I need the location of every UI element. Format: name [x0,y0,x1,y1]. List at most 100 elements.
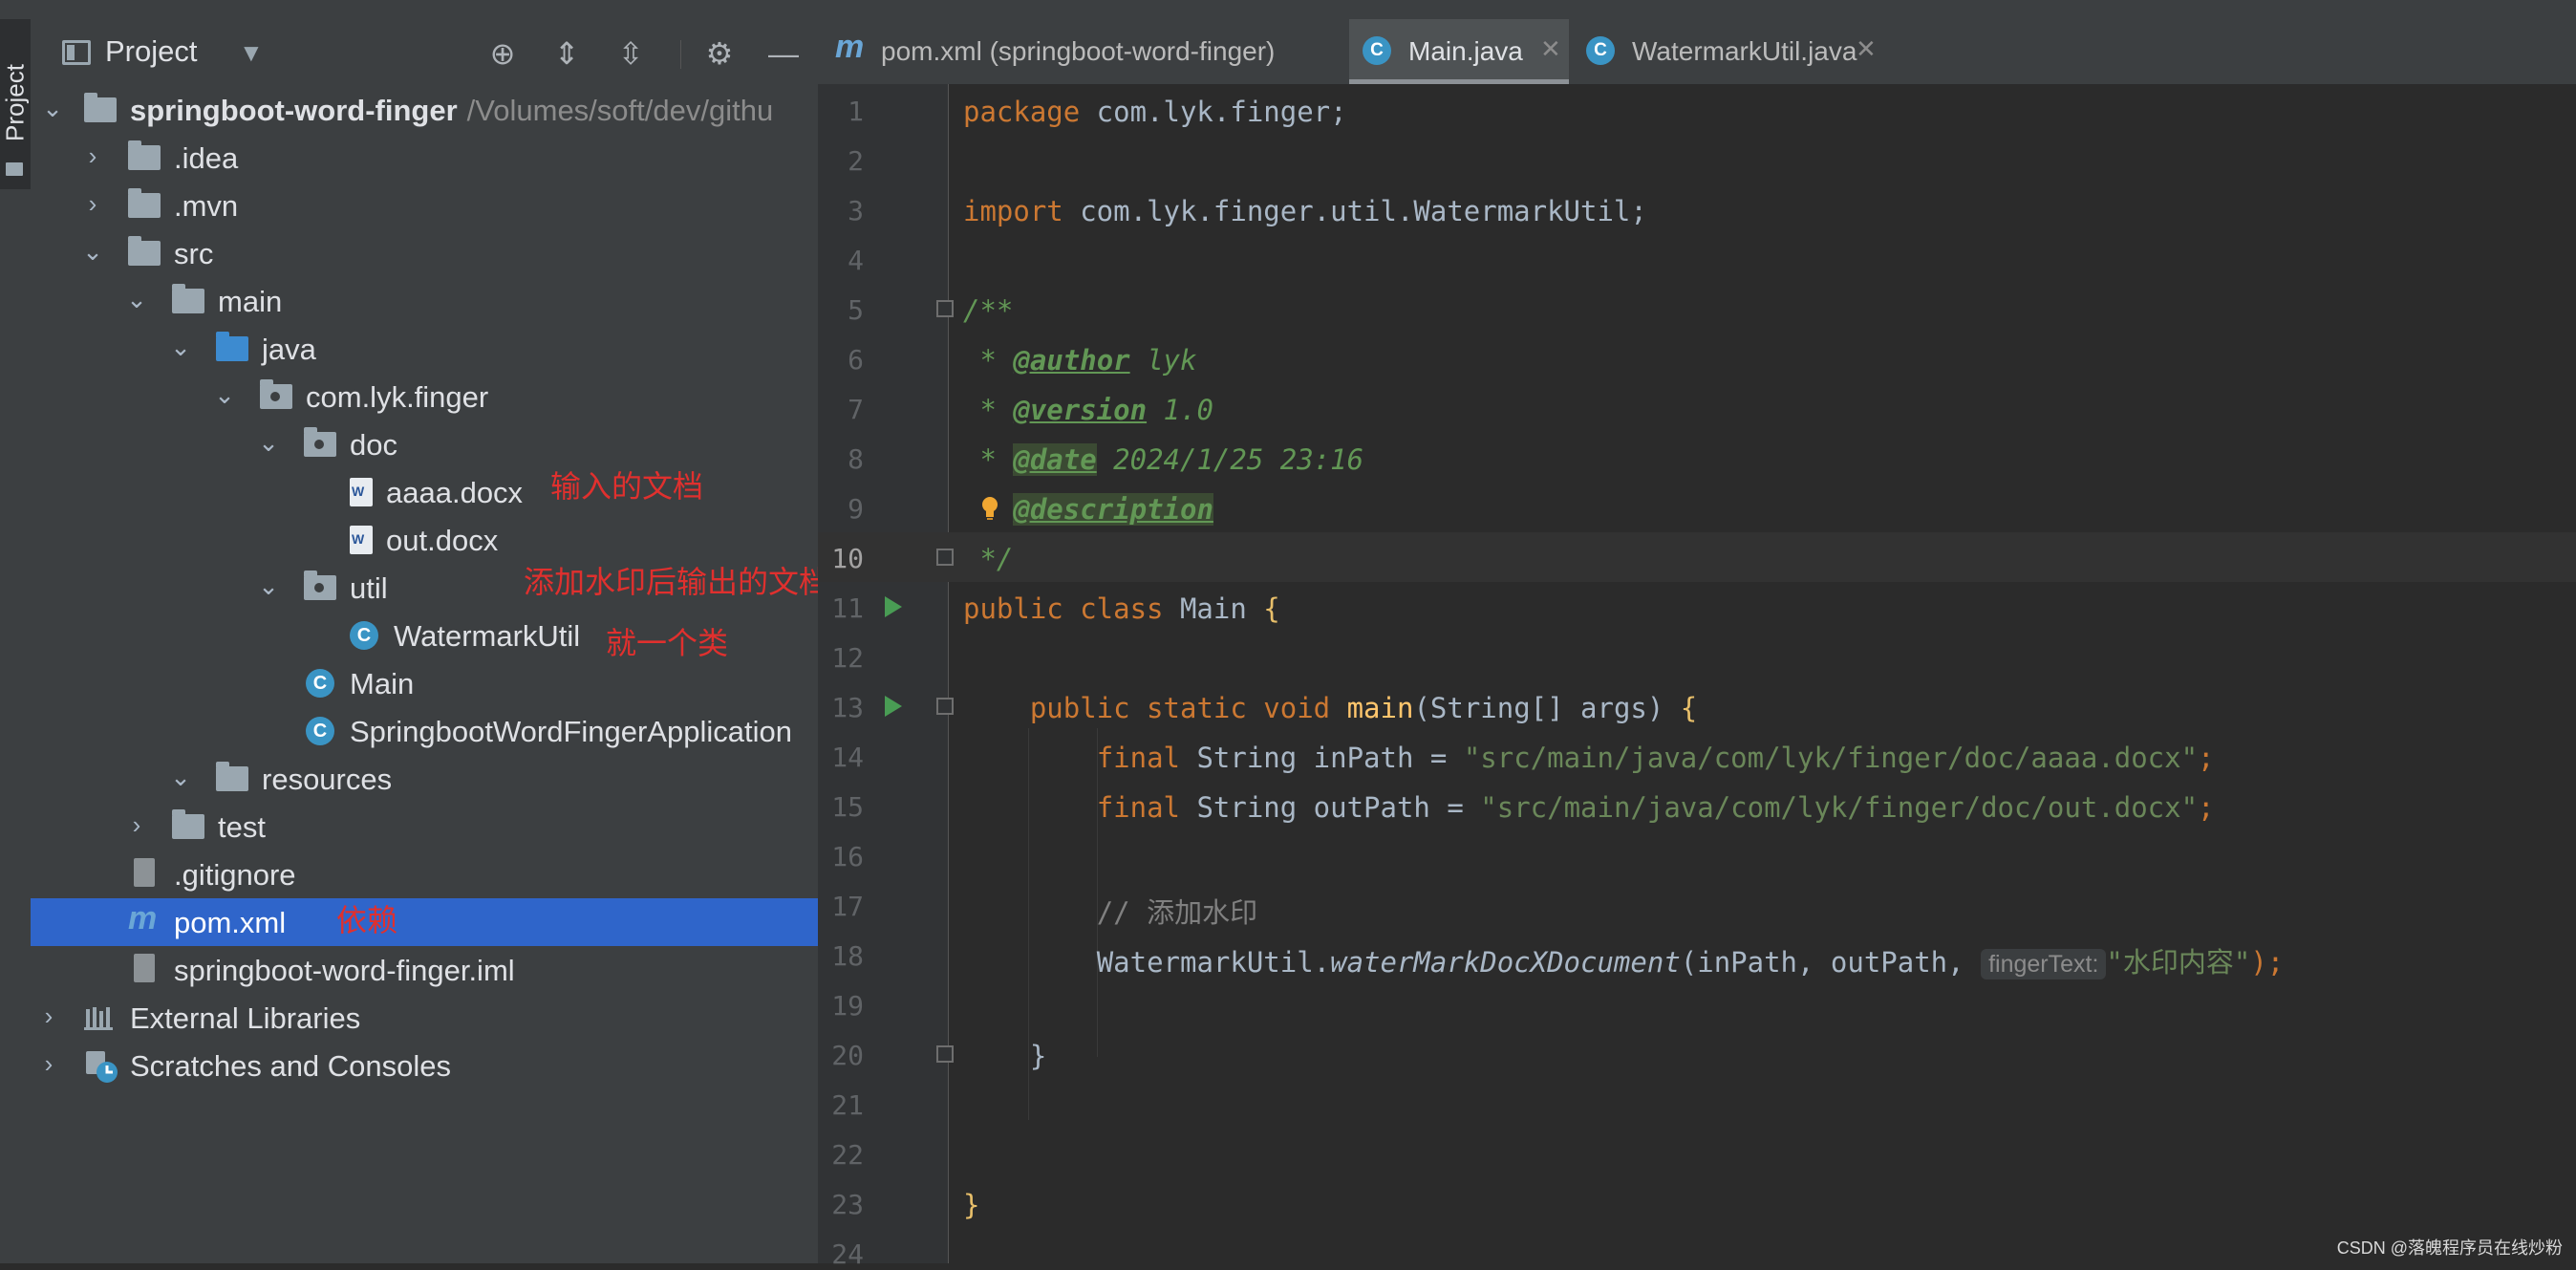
chevron-down-icon[interactable]: ▼ [239,38,264,68]
code-token: waterMarkDocXDocument [1330,946,1681,979]
tree-item-application[interactable]: C SpringbootWordFingerApplication [31,707,818,755]
line-number: 4 [848,245,864,276]
chevron-down-icon[interactable]: ⌄ [40,94,65,123]
tree-item-src[interactable]: ⌄ src [31,229,818,277]
package-icon [260,379,292,409]
tree-item-pom-xml[interactable]: m pom.xml [31,898,818,946]
tree-item-gitignore[interactable]: .gitignore [31,850,818,898]
chevron-down-icon[interactable]: ⌄ [168,333,193,362]
tree-item-label: doc [350,428,397,462]
close-icon[interactable]: ✕ [1540,34,1561,64]
tree-item-label: .gitignore [174,858,296,892]
tree-item-doc[interactable]: ⌄ doc [31,420,818,468]
close-icon[interactable]: ✕ [1856,34,1877,64]
folder-icon [172,809,204,839]
hide-panel-icon[interactable]: — [764,34,803,73]
tree-item-label: out.docx [386,524,499,557]
project-panel-title[interactable]: Project [105,34,197,69]
folder-icon [128,140,161,170]
chevron-right-icon[interactable]: › [124,810,149,840]
lightbulb-icon[interactable] [980,496,999,521]
parameter-hint: fingerText: [1981,949,2107,979]
fold-icon[interactable] [936,698,954,715]
chevron-right-icon[interactable]: › [80,141,105,171]
code-area[interactable] [949,84,2576,1263]
code-token: } [963,1189,980,1221]
annotation-one-class: 就一个类 [606,626,729,660]
code-token: */ [963,543,1014,575]
code-token: { [1680,692,1698,724]
code-line-9: @description [963,493,1213,526]
chevron-right-icon[interactable]: › [80,189,105,219]
tree-item-label: SpringbootWordFingerApplication [350,715,792,748]
tree-item-main-folder[interactable]: ⌄ main [31,277,818,325]
tree-item-mvn[interactable]: › .mvn [31,182,818,229]
code-token: String outPath = [1180,791,1481,824]
line-number: 6 [848,344,864,376]
chevron-down-icon[interactable]: ⌄ [212,380,237,410]
tree-item-main-class[interactable]: C Main [31,659,818,707]
tab-watermarkutil-java[interactable]: C WatermarkUtil.java ✕ [1569,19,1894,84]
tab-main-java[interactable]: C Main.java ✕ [1349,19,1569,84]
code-token: import [963,195,1063,227]
code-token: ; [2198,791,2215,824]
scratches-icon [86,1051,118,1083]
tree-item-root[interactable]: ⌄ springboot-word-finger/Volumes/soft/de… [31,86,818,134]
package-dot [314,440,324,449]
annotation-input-doc: 输入的文档 [550,469,704,504]
tab-label: WatermarkUtil.java [1632,36,1857,66]
project-tool-tab[interactable]: Project [0,19,31,189]
code-line-11: public class Main { [963,592,1280,625]
line-number: 19 [831,990,864,1022]
code-token: @version [1013,394,1148,426]
line-number: 2 [848,145,864,177]
tree-item-package[interactable]: ⌄ com.lyk.finger [31,373,818,420]
chevron-right-icon[interactable]: › [36,1049,61,1079]
tree-item-external-libraries[interactable]: › External Libraries [31,994,818,1042]
code-token: * [963,394,1014,426]
locate-file-icon[interactable]: ⊕ [483,34,522,73]
chevron-down-icon[interactable]: ⌄ [80,237,105,267]
chevron-down-icon[interactable]: ⌄ [256,428,281,458]
line-number: 20 [831,1040,864,1071]
resources-folder-icon [216,762,248,791]
tree-item-label: springboot-word-finger.iml [174,954,515,987]
run-icon[interactable] [885,696,902,717]
root-path: /Volumes/soft/dev/githu [466,94,774,127]
tree-item-label: pom.xml [174,906,287,939]
fold-icon[interactable] [936,300,954,317]
expand-all-icon[interactable]: ⇕ [547,34,586,73]
line-number: 9 [848,493,864,525]
chevron-right-icon[interactable]: › [36,1001,61,1031]
tree-item-idea[interactable]: › .idea [31,134,818,182]
code-token: } [1029,1040,1047,1072]
tree-item-iml[interactable]: springboot-word-finger.iml [31,946,818,994]
code-token: 2024/1/25 23:16 [1096,443,1364,476]
tree-item-label: com.lyk.finger [306,380,489,414]
line-number: 5 [848,294,864,326]
run-icon[interactable] [885,596,902,617]
gear-icon[interactable]: ⚙ [700,34,739,73]
ignore-file-icon [134,858,155,887]
fold-icon[interactable] [936,549,954,566]
tree-item-java[interactable]: ⌄ java [31,325,818,373]
code-token: WatermarkUtil. [1096,946,1331,979]
fold-icon[interactable] [936,1045,954,1063]
code-line-15: final String outPath = "src/main/java/co… [963,791,2215,824]
line-number: 14 [831,742,864,773]
code-line-5: /** [963,294,1013,327]
code-line-6: * @author lyk [963,344,1196,377]
code-token: "src/main/java/com/lyk/finger/doc/aaaa.d… [1463,742,2199,774]
tab-pom-xml[interactable]: m pom.xml (springboot-word-finger) [818,19,1349,84]
chevron-down-icon[interactable]: ⌄ [124,285,149,314]
code-line-14: final String inPath = "src/main/java/com… [963,742,2215,774]
collapse-all-icon[interactable]: ⇳ [612,34,650,73]
tree-item-out-docx[interactable]: out.docx [31,516,818,564]
chevron-down-icon[interactable]: ⌄ [256,571,281,601]
tree-item-scratches[interactable]: › Scratches and Consoles [31,1042,818,1089]
project-tool-tab-label: Project [0,64,30,141]
tree-item-resources[interactable]: ⌄ resources [31,755,818,803]
code-token: com.lyk.finger; [1080,96,1347,128]
tree-item-test[interactable]: › test [31,803,818,850]
chevron-down-icon[interactable]: ⌄ [168,763,193,792]
